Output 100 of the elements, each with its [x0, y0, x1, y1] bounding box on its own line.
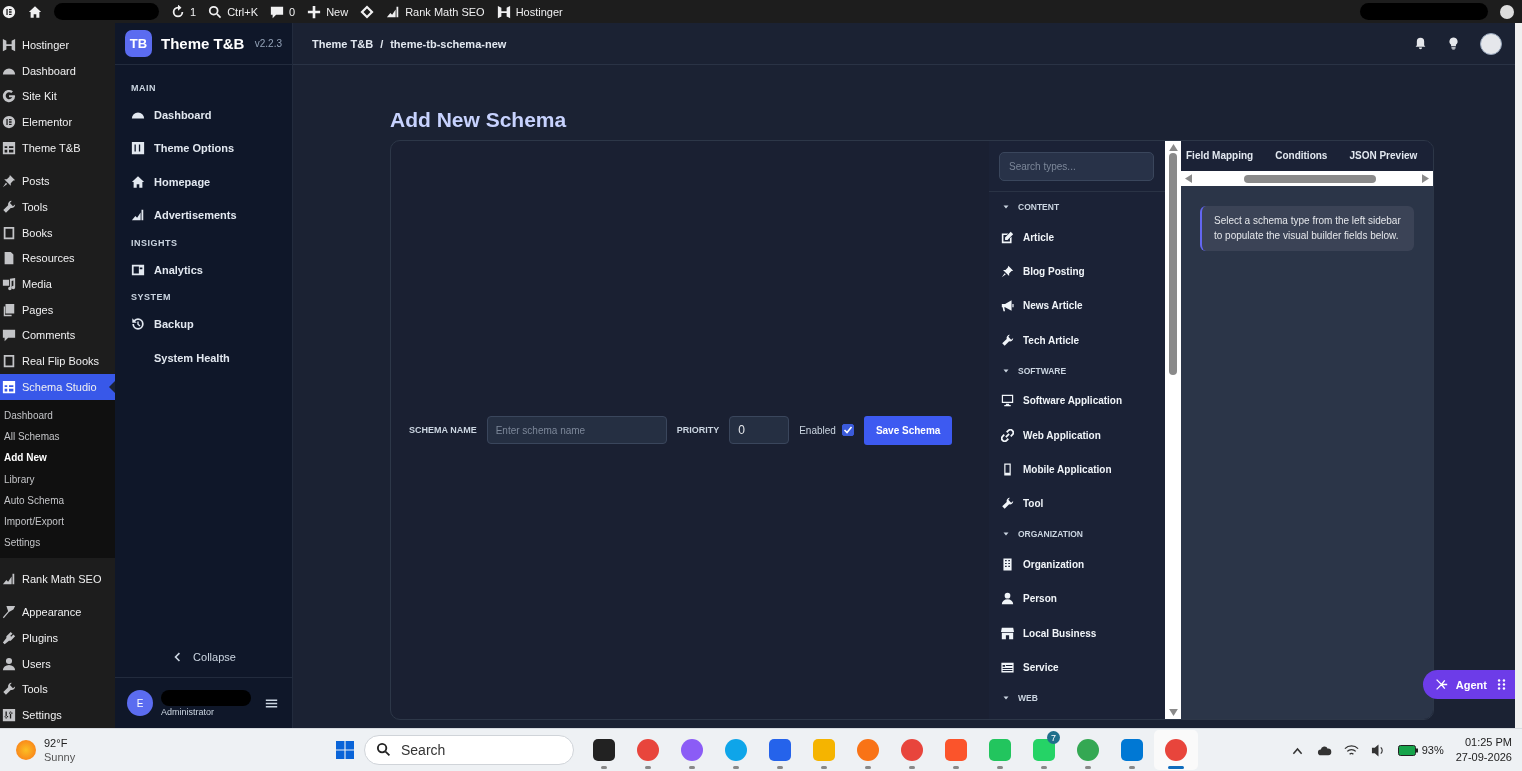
schema-type-item[interactable]: Service — [989, 650, 1165, 685]
schema-type-item[interactable]: Tool — [989, 486, 1165, 522]
menu-item[interactable]: Rank Math SEO — [0, 565, 115, 592]
submenu-item[interactable]: All Schemas — [0, 425, 115, 448]
nav-item[interactable]: Backup — [131, 307, 292, 341]
schema-type-item[interactable]: Software Application — [989, 383, 1165, 418]
clock[interactable]: 01:25 PM 27-09-2026 — [1455, 735, 1512, 765]
toolbar-item[interactable]: Hostinger — [496, 4, 563, 19]
sliders-icon — [131, 141, 145, 156]
taskbar-app[interactable]: 7 — [1022, 730, 1066, 770]
avatar[interactable] — [1500, 4, 1514, 19]
pushpin-icon — [2, 174, 16, 189]
collapse-button[interactable]: Collapse — [115, 637, 292, 678]
scrollbar[interactable] — [1181, 171, 1433, 186]
menu-item[interactable]: Comments — [0, 322, 115, 349]
schema-type-item[interactable]: Mobile Application — [989, 452, 1165, 487]
menu-item[interactable]: Users — [0, 650, 115, 677]
checkbox[interactable] — [841, 424, 854, 436]
submenu-item[interactable]: Auto Schema — [0, 489, 115, 512]
windows-logo-icon[interactable] — [336, 741, 354, 759]
schema-type-item[interactable]: Organization — [989, 547, 1165, 582]
wrench-icon — [2, 682, 16, 697]
schema-type-item[interactable]: News Article — [989, 288, 1165, 324]
nav-item[interactable]: Advertisements — [131, 198, 292, 232]
toolbar-item[interactable]: Rank Math SEO — [386, 4, 485, 19]
save-button[interactable]: Save Schema — [863, 415, 953, 445]
submenu-item[interactable]: Add New — [0, 447, 115, 469]
toolbar-item[interactable]: Ctrl+K — [208, 4, 258, 19]
menu-item[interactable]: Resources — [0, 245, 115, 272]
menu-item[interactable]: Books — [0, 219, 115, 246]
schema-type-item[interactable]: Blog Posting — [989, 254, 1165, 289]
category-header[interactable]: SOFTWARE — [989, 357, 1165, 384]
tab[interactable]: Conditions — [1275, 145, 1328, 167]
submenu-item[interactable]: Import/Export — [0, 511, 115, 533]
menu-item[interactable]: Pages — [0, 296, 115, 323]
battery-icon[interactable] — [1397, 742, 1418, 758]
nav-item[interactable]: Theme Options — [131, 131, 292, 165]
menu-item[interactable]: Appearance — [0, 599, 115, 626]
toolbar-item[interactable]: 0 — [270, 4, 296, 19]
schema-type-item[interactable]: Web Application — [989, 417, 1165, 453]
nav-item[interactable]: Homepage — [131, 165, 292, 199]
drag-handle-icon[interactable] — [1495, 678, 1508, 691]
wp-logo-icon — [2, 4, 16, 19]
submenu-item[interactable]: Dashboard — [0, 404, 115, 426]
menu-item[interactable]: Posts — [0, 168, 115, 195]
avatar[interactable] — [1480, 32, 1502, 55]
nav-item[interactable]: Dashboard — [131, 98, 292, 132]
menu-item[interactable]: Tools — [0, 676, 115, 703]
menu-item[interactable]: Theme T&B — [0, 134, 115, 161]
document-icon — [2, 251, 16, 266]
scroll-down-arrow-icon[interactable] — [1168, 709, 1178, 716]
input-field[interactable]: 0 — [729, 416, 790, 444]
menu-icon — [265, 696, 278, 710]
menu-item[interactable]: Hostinger — [0, 32, 115, 58]
home-icon — [28, 4, 42, 19]
menu-item[interactable]: Schema Studio — [0, 373, 115, 400]
menu-item[interactable]: Settings — [0, 702, 115, 728]
schema-type-item[interactable]: Article — [989, 220, 1165, 255]
nav-item[interactable]: System Health — [131, 341, 292, 375]
breadcrumb-item[interactable]: theme-tb-schema-new — [390, 37, 507, 50]
chart-icon — [386, 4, 401, 19]
scroll-thumb[interactable] — [1244, 174, 1376, 183]
agent-button[interactable]: Agent — [1422, 670, 1516, 699]
toolbar-item[interactable]: 1 — [171, 4, 197, 19]
breadcrumb-item[interactable]: Theme T&B — [312, 37, 374, 50]
book-icon — [2, 225, 16, 240]
sun-icon — [16, 740, 36, 760]
table-icon — [2, 379, 16, 394]
category-header[interactable]: ORGANIZATION — [989, 521, 1165, 548]
schema-type-item[interactable]: Local Business — [989, 615, 1165, 651]
menu-item[interactable]: Elementor — [0, 109, 115, 135]
menu-item[interactable]: Site Kit — [0, 83, 115, 110]
scrollbar[interactable] — [1165, 141, 1181, 719]
category-header[interactable]: WEB — [989, 684, 1165, 711]
schema-type-item[interactable]: Person — [989, 581, 1165, 616]
menu-item[interactable]: Tools — [0, 194, 115, 220]
user-icon — [2, 656, 16, 671]
brush-icon — [2, 605, 16, 620]
menu-item[interactable]: Media — [0, 271, 115, 297]
menu-item[interactable]: Real Flip Books — [0, 348, 115, 374]
browser-icon — [725, 739, 747, 761]
speaker-icon[interactable] — [1370, 742, 1386, 758]
scroll-up-arrow-icon[interactable] — [1168, 144, 1178, 151]
toolbar-item[interactable]: New — [307, 4, 349, 19]
tab[interactable]: JSON Preview — [1349, 145, 1418, 167]
scroll-left-arrow-icon[interactable] — [1185, 174, 1192, 183]
nav-item[interactable]: Analytics — [131, 253, 292, 287]
submenu-item[interactable]: Library — [0, 468, 115, 490]
scroll-thumb[interactable] — [1169, 153, 1177, 375]
submenu-item[interactable]: Settings — [0, 532, 115, 554]
scrollbar[interactable] — [1515, 23, 1522, 728]
input-field[interactable]: Enter schema name — [486, 416, 667, 444]
tab[interactable]: Field Mapping — [1186, 145, 1254, 167]
schema-type-item[interactable]: Tech Article — [989, 323, 1165, 358]
menu-item[interactable]: Dashboard — [0, 57, 115, 84]
menu-item[interactable]: Plugins — [0, 625, 115, 651]
scroll-right-arrow-icon[interactable] — [1422, 174, 1429, 183]
search-field[interactable]: Search types... — [999, 152, 1154, 181]
triangle-icon — [1002, 203, 1010, 211]
category-header[interactable]: CONTENT — [989, 194, 1165, 220]
